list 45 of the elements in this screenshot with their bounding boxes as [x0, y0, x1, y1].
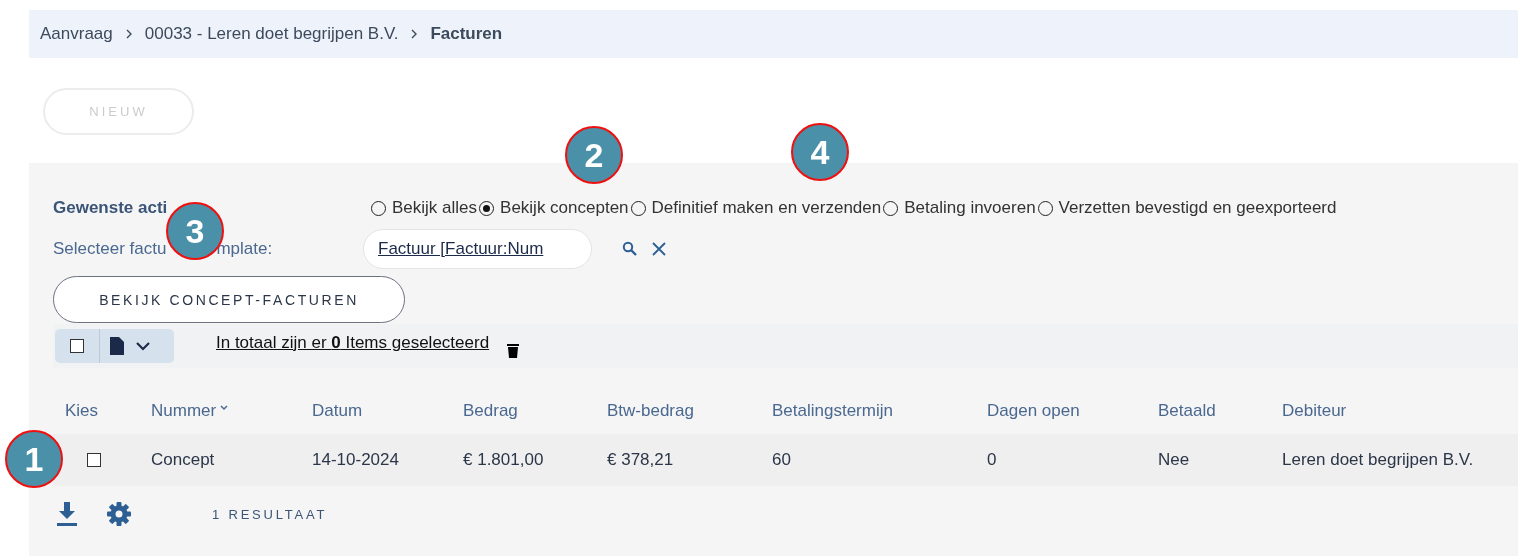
option-label[interactable]: Definitief maken en verzenden — [651, 198, 882, 218]
template-field[interactable]: Factuur [Factuur:Num — [363, 229, 592, 269]
table-cell-text: 0 — [986, 450, 998, 470]
view-concept-invoices-button[interactable]: BEKIJK CONCEPT-FACTUREN — [53, 276, 405, 323]
result-count: 1 RESULTAAT — [212, 506, 328, 522]
table-cell-text: Concept — [150, 450, 216, 470]
breadcrumb-link[interactable]: Aanvraag — [40, 24, 113, 44]
option-label[interactable]: Bekijk concepten — [500, 198, 629, 218]
close-icon[interactable] — [652, 242, 666, 256]
column-header: Bedrag — [463, 401, 518, 420]
callout-marker: 2 — [565, 126, 623, 184]
chevron-icon — [410, 29, 419, 39]
column-header: Debiteur — [1282, 401, 1347, 420]
column-header: Dagen open — [987, 401, 1080, 420]
column-header: Betalingstermijn — [772, 401, 893, 420]
sort-icon[interactable] — [220, 405, 229, 411]
template-label: mplate: — [216, 239, 273, 259]
table-cell-text: Leren doet begrijpen B.V. — [1281, 450, 1475, 470]
option-label[interactable]: Bekijk alles — [392, 198, 478, 218]
table-cell-text: 14-10-2024 — [311, 450, 400, 470]
chevron-down-icon — [136, 341, 150, 351]
template-label: Selecteer factu — [53, 239, 167, 259]
option-label[interactable]: Verzetten bevestigd en geexporteerd — [1058, 198, 1337, 218]
chevron-icon — [124, 29, 133, 39]
column-header: Datum — [312, 401, 363, 420]
download-icon[interactable] — [56, 502, 78, 526]
table-cell-text: 60 — [771, 450, 792, 470]
callout-marker: 4 — [791, 123, 849, 181]
column-header: Btw-bedrag — [607, 401, 694, 420]
callout-marker: 1 — [5, 430, 63, 488]
table-cell-text: € 1.801,00 — [462, 450, 545, 470]
table-cell-text: Nee — [1157, 450, 1191, 470]
breadcrumb-link[interactable]: 00033 - Leren doet begrijpen B.V. — [144, 24, 399, 44]
action-label: Gewenste acti — [53, 198, 169, 218]
column-header: Betaald — [1158, 401, 1216, 420]
breadcrumb-link[interactable]: Facturen — [430, 24, 503, 44]
document-icon — [110, 337, 124, 355]
option-label[interactable]: Betaling invoeren — [904, 198, 1036, 218]
search-icon[interactable] — [622, 241, 638, 257]
table-cell-text: € 378,21 — [606, 450, 675, 470]
column-header[interactable]: Nummer — [151, 401, 217, 420]
column-header: Kies — [65, 401, 99, 420]
selection-count-link[interactable]: In totaal zijn er 0 Items geselecteerd — [216, 333, 490, 353]
row-checkbox[interactable] — [87, 453, 101, 467]
trash-icon[interactable] — [507, 342, 520, 358]
